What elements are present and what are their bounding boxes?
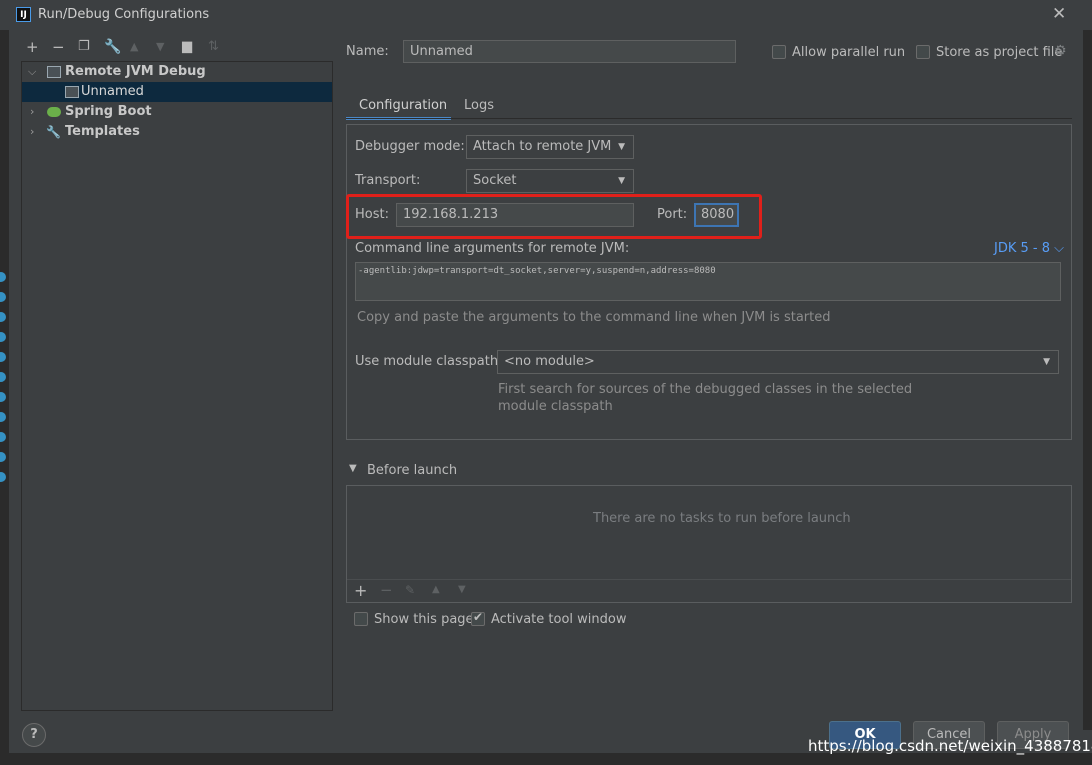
window-title: Run/Debug Configurations [38,7,210,22]
store-project-checkbox[interactable] [916,45,930,59]
tab-logs[interactable]: Logs [464,98,494,113]
edit-task-icon[interactable]: ✎ [405,583,415,597]
copy-icon[interactable]: ❐ [78,38,90,56]
chevron-down-icon: ▼ [618,176,625,186]
module-classpath-value: <no module> [504,354,595,369]
activate-tool-checkbox[interactable]: ✔ [471,610,485,626]
transport-dropdown[interactable]: Socket ▼ [466,169,634,193]
wrench-icon[interactable]: 🔧 [104,38,121,56]
cmd-args-hint: Copy and paste the arguments to the comm… [357,310,831,325]
module-hint-line1: First search for sources of the debugged… [498,382,913,397]
tree-item-unnamed[interactable]: Unnamed [22,82,332,102]
before-launch-toolbar [347,579,1071,602]
collapse-arrow-icon[interactable]: ▼ [349,463,357,474]
debugger-mode-value: Attach to remote JVM [473,139,612,154]
intellij-app-icon: IJ [16,7,31,22]
tree-item-label: Unnamed [81,84,144,99]
module-classpath-dropdown[interactable]: <no module> ▼ [497,350,1059,374]
tree-item-label: Templates [65,124,140,139]
transport-label: Transport: [355,173,421,188]
spring-boot-icon [47,107,61,117]
checkmark-icon: ✔ [473,610,484,624]
tree-item-label: Remote JVM Debug [65,64,206,79]
debugger-mode-label: Debugger mode: [355,139,465,154]
help-button[interactable]: ? [22,723,46,747]
highlight-annotation-box [346,194,762,239]
add-task-icon[interactable]: + [354,581,367,600]
tabs-divider [346,118,1072,119]
remote-debug-icon [65,86,79,98]
remove-task-icon[interactable]: − [380,581,393,599]
new-folder-icon[interactable]: ▆ [182,38,192,56]
transport-value: Socket [473,173,517,188]
chevron-down-icon: ▼ [618,142,625,152]
move-up-icon[interactable]: ▲ [432,584,440,595]
gear-icon[interactable]: ⚙ [1054,43,1067,59]
store-project-label: Store as project file [936,45,1063,60]
jdk-version-link[interactable]: JDK 5 - 8 ⌵ [994,241,1064,256]
chevron-right-icon[interactable]: › [30,102,34,122]
chevron-down-icon: ▼ [1043,357,1050,367]
jdk-version-text: JDK 5 - 8 [994,241,1050,256]
add-icon[interactable]: + [26,38,39,56]
move-up-icon[interactable]: ▲ [130,38,138,56]
sort-icon[interactable]: ⇅ [208,38,219,56]
debugger-mode-dropdown[interactable]: Attach to remote JVM ▼ [466,135,634,159]
wrench-icon: 🔧 [46,125,61,139]
allow-parallel-checkbox[interactable] [772,45,786,59]
move-down-icon[interactable]: ▼ [156,38,164,56]
remote-debug-icon [47,66,61,78]
allow-parallel-label: Allow parallel run [792,45,906,60]
before-launch-empty-text: There are no tasks to run before launch [593,511,851,526]
chevron-right-icon[interactable]: › [30,122,34,142]
watermark-text: https://blog.csdn.net/weixin_43887814 [808,737,1092,755]
tree-item-spring-boot[interactable]: › Spring Boot [22,102,332,122]
remove-icon[interactable]: − [52,38,65,56]
tree-item-label: Spring Boot [65,104,152,119]
tree-item-templates[interactable]: › 🔧 Templates [22,122,332,142]
move-down-icon[interactable]: ▼ [458,584,466,595]
show-page-label: Show this page [374,612,474,627]
cmd-args-textarea[interactable]: -agentlib:jdwp=transport=dt_socket,serve… [355,262,1061,301]
tree-item-remote-jvm-debug[interactable]: ⌵ Remote JVM Debug [22,62,332,82]
module-hint-line2: module classpath [498,399,613,414]
before-launch-title[interactable]: Before launch [367,463,457,478]
chevron-down-icon[interactable]: ⌵ [28,62,36,82]
module-classpath-label: Use module classpath: [355,354,503,369]
close-icon[interactable]: ✕ [1052,4,1066,24]
background-ide-right-edge [1083,30,1092,730]
activate-tool-label: Activate tool window [491,612,627,627]
background-ide-left-edge [0,30,9,765]
name-field[interactable]: Unnamed [403,40,736,63]
tab-configuration[interactable]: Configuration [359,98,447,113]
show-page-checkbox[interactable] [354,612,368,626]
configuration-tree: ⌵ Remote JVM Debug Unnamed › Spring Boot… [21,61,333,711]
name-label: Name: [346,44,389,59]
cmd-args-label: Command line arguments for remote JVM: [355,241,630,256]
